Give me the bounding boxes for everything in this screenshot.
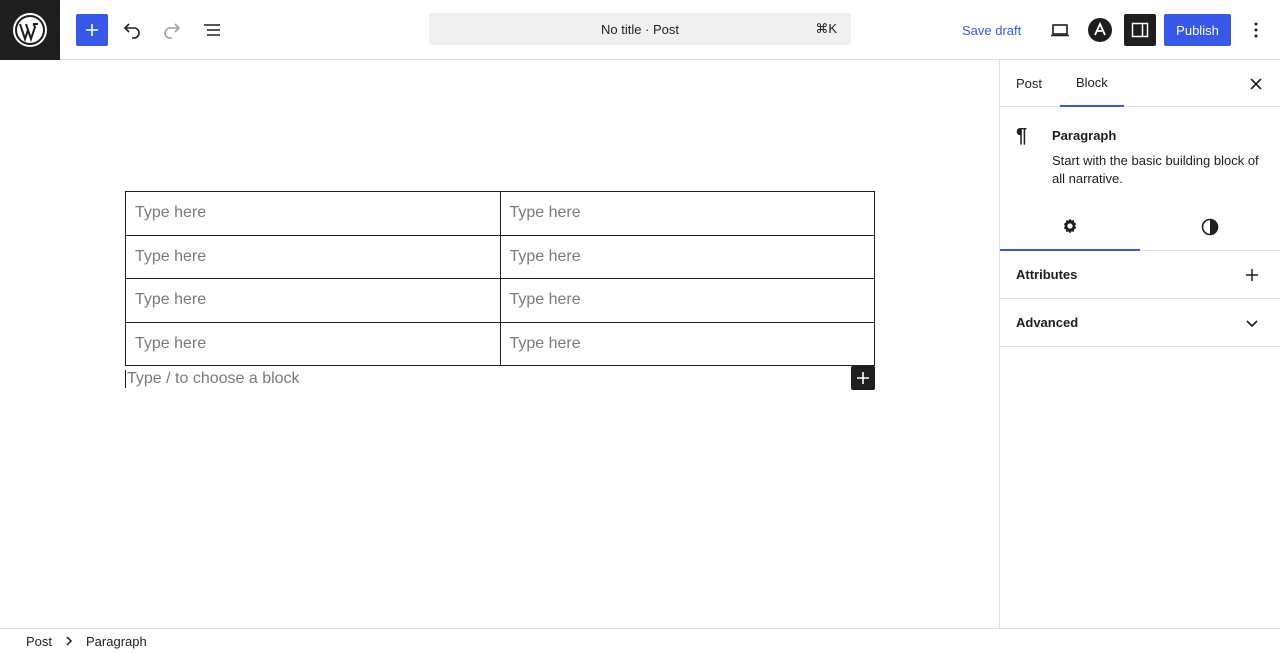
panel-attributes[interactable]: Attributes <box>1000 251 1280 299</box>
editor-canvas[interactable]: Type here Type here Type here Type here … <box>0 60 999 628</box>
sidebar-tabs: Post Block <box>1000 60 1280 107</box>
tab-settings[interactable] <box>1000 203 1140 251</box>
gear-icon <box>1063 218 1077 234</box>
keyboard-shortcut: ⌘K <box>815 21 837 36</box>
save-draft-button[interactable]: Save draft <box>954 14 1029 46</box>
panel-advanced[interactable]: Advanced <box>1000 299 1280 347</box>
close-icon <box>1250 78 1262 90</box>
options-button[interactable] <box>1240 14 1272 46</box>
tab-styles[interactable] <box>1140 203 1280 251</box>
tab-post[interactable]: Post <box>1000 60 1058 107</box>
table-row: Type here Type here <box>125 191 875 236</box>
settings-sidebar-toggle[interactable] <box>1124 14 1156 46</box>
desktop-preview-icon <box>1051 24 1069 37</box>
pilcrow-icon: ¶ <box>1016 125 1028 147</box>
publish-button[interactable]: Publish <box>1164 14 1231 46</box>
wordpress-logo[interactable] <box>0 0 60 60</box>
table-cell[interactable]: Type here <box>125 234 501 279</box>
breadcrumb-item-post[interactable]: Post <box>26 634 52 649</box>
undo-icon <box>123 23 140 39</box>
table-cell[interactable]: Type here <box>125 191 501 236</box>
inline-add-block-button[interactable] <box>851 366 875 390</box>
plus-icon <box>857 372 869 384</box>
more-vertical-icon <box>1254 22 1258 38</box>
table-cell[interactable]: Type here <box>499 191 875 236</box>
undo-button[interactable] <box>116 14 148 46</box>
astra-settings-button[interactable] <box>1084 14 1116 46</box>
table-cell[interactable]: Type here <box>499 278 875 323</box>
table-cell[interactable]: Type here <box>499 321 875 366</box>
table-row: Type here Type here <box>125 278 875 323</box>
plus-icon <box>86 24 98 36</box>
preview-button[interactable] <box>1044 14 1076 46</box>
table-block[interactable]: Type here Type here Type here Type here … <box>125 191 875 366</box>
block-inspector-tabs <box>1000 203 1280 251</box>
document-title: No title · Post <box>600 21 680 37</box>
wordpress-icon <box>13 13 47 47</box>
table-row: Type here Type here <box>125 321 875 366</box>
panel-title: Advanced <box>1016 315 1079 330</box>
block-name: Paragraph <box>1052 128 1117 143</box>
list-view-icon <box>204 24 220 36</box>
close-sidebar-button[interactable] <box>1244 72 1268 96</box>
command-palette-button[interactable]: No title · Post ⌘K <box>429 13 851 45</box>
tab-block[interactable]: Block <box>1060 60 1124 107</box>
chevron-right-icon <box>64 636 74 646</box>
table-cell[interactable]: Type here <box>499 234 875 279</box>
document-overview-button[interactable] <box>196 14 228 46</box>
block-card: ¶ Paragraph Start with the basic buildin… <box>1000 107 1280 203</box>
breadcrumb-item-paragraph[interactable]: Paragraph <box>86 634 147 649</box>
astra-icon <box>1088 18 1112 42</box>
editor-header: No title · Post ⌘K Save draft Publish <box>0 0 1280 60</box>
plus-icon[interactable] <box>1240 263 1264 287</box>
half-circle-icon <box>1201 218 1219 236</box>
redo-icon <box>164 23 181 39</box>
redo-button[interactable] <box>156 14 188 46</box>
table-cell[interactable]: Type here <box>125 321 501 366</box>
block-breadcrumb: Post Paragraph <box>0 628 1280 653</box>
table-row: Type here Type here <box>125 234 875 279</box>
panel-title: Attributes <box>1016 267 1078 282</box>
chevron-down-icon[interactable] <box>1240 311 1264 335</box>
block-description: Start with the basic building block of a… <box>1052 153 1259 186</box>
table-cell[interactable]: Type here <box>125 278 501 323</box>
add-block-button[interactable] <box>76 14 108 46</box>
paragraph-block-placeholder[interactable]: Type / to choose a block <box>125 370 300 388</box>
settings-sidebar: Post Block ¶ Paragraph Start with the ba… <box>999 60 1280 628</box>
sidebar-toggle-icon <box>1131 22 1149 38</box>
